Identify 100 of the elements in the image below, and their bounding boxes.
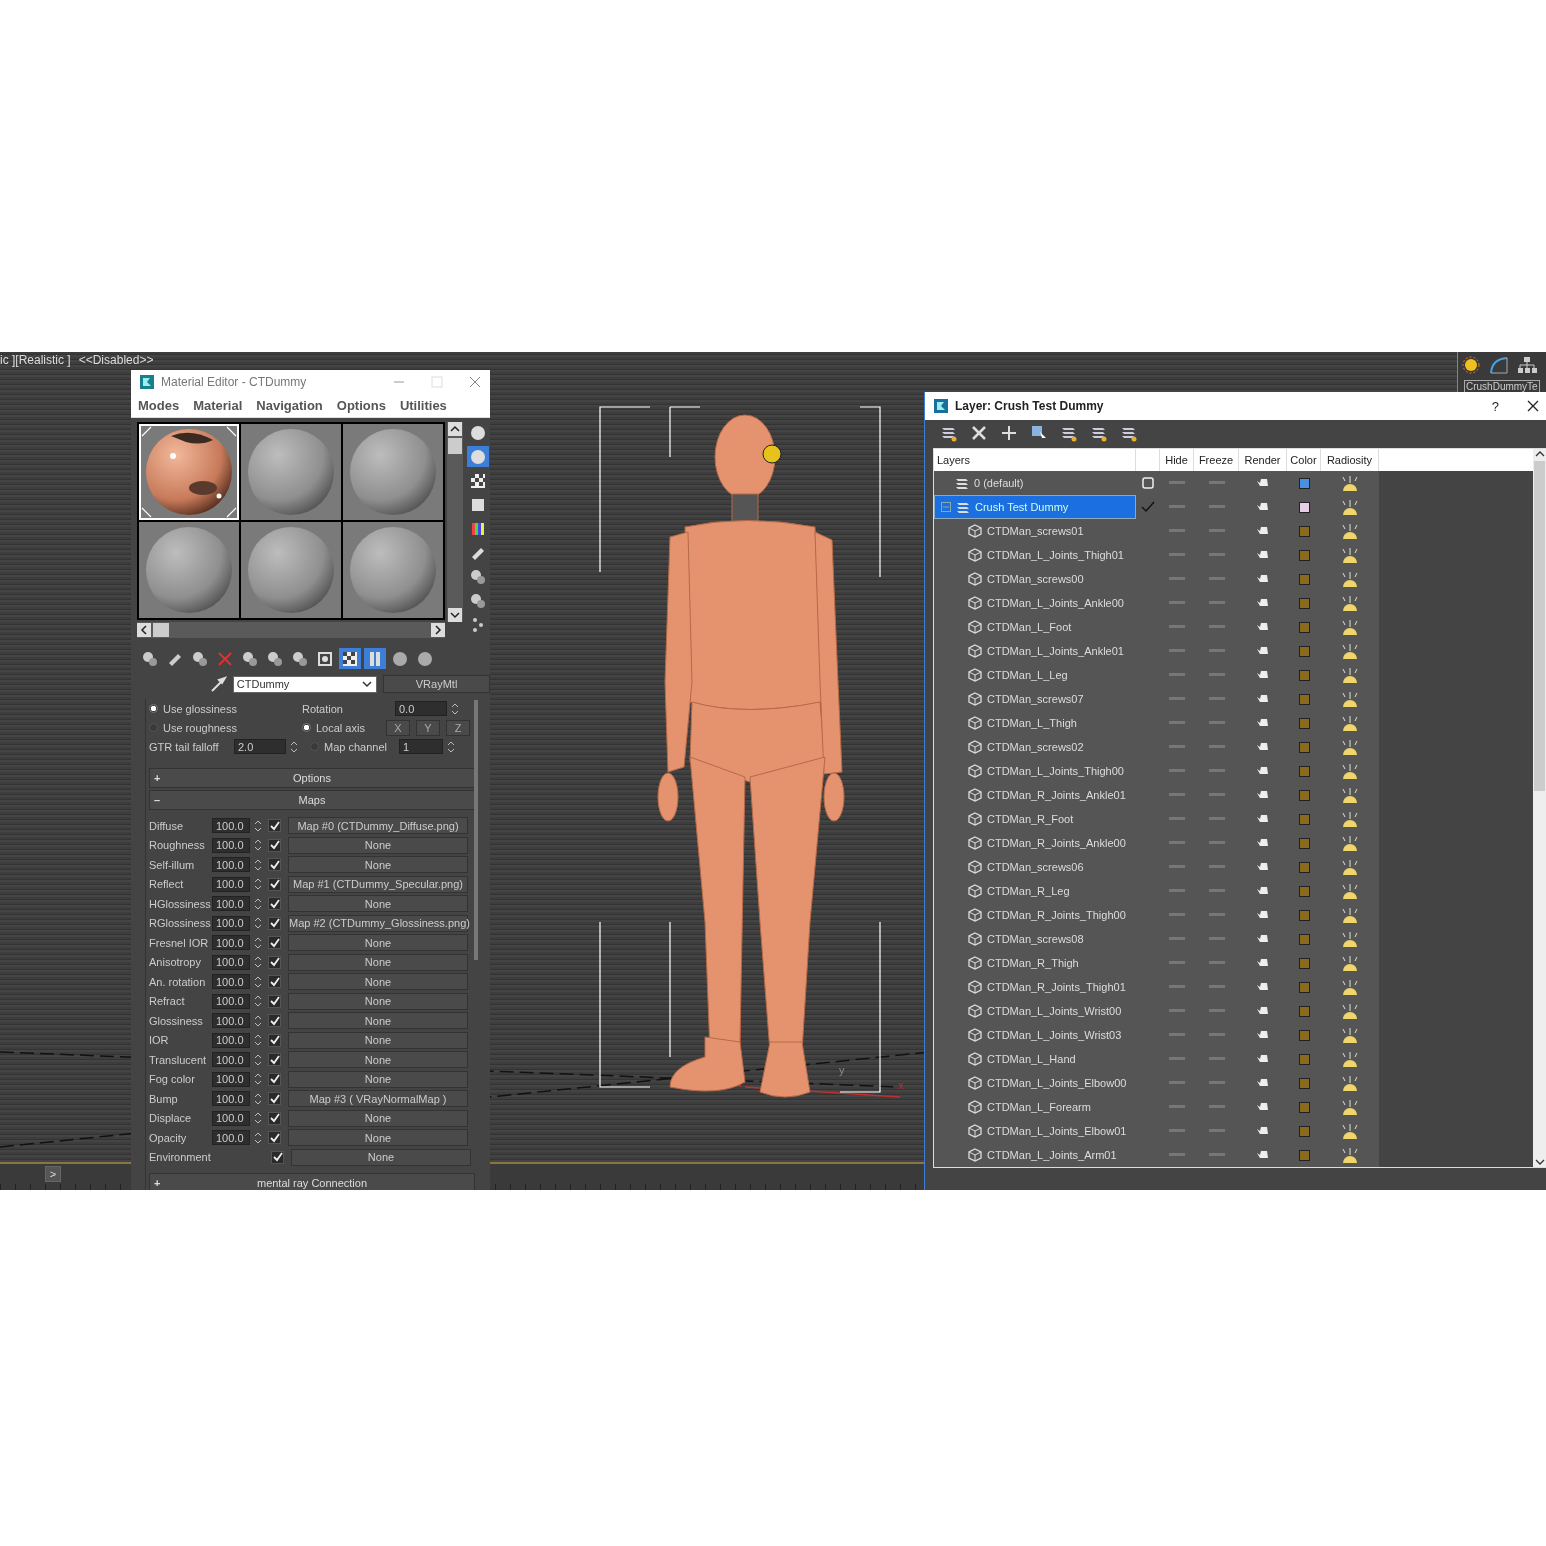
amount-field[interactable]: 100.0 (212, 993, 250, 1009)
checkbox[interactable] (268, 819, 281, 833)
color-swatch[interactable] (1298, 621, 1310, 633)
amount-field[interactable]: 100.0 (212, 1110, 250, 1126)
radio-button[interactable] (302, 723, 311, 732)
amount-field[interactable]: 100.0 (212, 896, 250, 912)
spinner-icon[interactable] (253, 955, 263, 970)
map-slot-button[interactable]: None (288, 992, 468, 1010)
sun-icon[interactable] (1340, 786, 1360, 804)
color-swatch[interactable] (1298, 501, 1310, 513)
sun-icon[interactable] (1340, 858, 1360, 876)
amount-field[interactable]: 100.0 (212, 876, 250, 892)
spinner-icon[interactable] (253, 1072, 263, 1087)
color-swatch[interactable] (1298, 1077, 1310, 1089)
color-swatch[interactable] (1298, 573, 1310, 585)
object-row[interactable]: CTDMan_R_Joints_Thigh01 (934, 975, 1136, 999)
checkbox[interactable] (268, 877, 281, 891)
color-swatch[interactable] (1298, 1053, 1310, 1065)
sun-icon[interactable] (1340, 1146, 1360, 1164)
object-row[interactable]: CTDMan_L_Leg (934, 663, 1136, 687)
column-header[interactable]: Freeze (1194, 449, 1239, 471)
map-slot-button[interactable]: None (288, 856, 468, 874)
object-row[interactable]: CTDMan_L_Joints_Elbow00 (934, 1071, 1136, 1095)
object-row[interactable]: CTDMan_screws07 (934, 687, 1136, 711)
object-row[interactable]: CTDMan_L_Forearm (934, 1095, 1136, 1119)
object-row[interactable]: CTDMan_screws00 (934, 567, 1136, 591)
checkbox[interactable] (268, 838, 281, 852)
sun-icon[interactable] (1340, 978, 1360, 996)
object-row[interactable]: CTDMan_R_Joints_Thigh00 (934, 903, 1136, 927)
color-swatch[interactable] (1298, 909, 1310, 921)
map-slot-button[interactable]: None (288, 1109, 468, 1127)
axis-button[interactable]: Z (446, 719, 470, 736)
object-row[interactable]: CTDMan_R_Foot (934, 807, 1136, 831)
sun-icon[interactable] (1340, 1098, 1360, 1116)
sun-icon[interactable] (1340, 570, 1360, 588)
color-swatch[interactable] (1298, 741, 1310, 753)
map-channel-field[interactable]: 1 (399, 739, 443, 754)
checkbox[interactable] (268, 1014, 281, 1028)
radio-button[interactable] (149, 704, 158, 713)
sun-icon[interactable] (1340, 762, 1360, 780)
help-button[interactable]: ? (1491, 398, 1499, 414)
spinner-icon[interactable] (446, 739, 456, 754)
teapot-icon[interactable] (1257, 694, 1269, 704)
teapot-icon[interactable] (1257, 598, 1269, 608)
map-slot-button[interactable]: Map #2 (CTDummy_Glossiness.png) (288, 914, 468, 932)
color-swatch[interactable] (1298, 957, 1310, 969)
sun-icon[interactable] (1340, 666, 1360, 684)
square-icon[interactable] (1142, 477, 1154, 489)
plus-icon[interactable] (999, 423, 1019, 443)
color-swatch[interactable] (1298, 789, 1310, 801)
teapot-icon[interactable] (1257, 862, 1269, 872)
color-swatch[interactable] (1298, 813, 1310, 825)
object-row[interactable]: CTDMan_L_Joints_Ankle00 (934, 591, 1136, 615)
menu-item[interactable]: Material (193, 397, 243, 413)
close-icon[interactable] (1527, 400, 1539, 412)
gtr-field[interactable]: 2.0 (234, 739, 286, 754)
map-slot-button[interactable]: None (288, 1070, 468, 1088)
menu-item[interactable]: Options (336, 397, 386, 413)
teapot-icon[interactable] (1257, 1126, 1269, 1136)
teapot-icon[interactable] (1257, 1078, 1269, 1088)
teapot-icon[interactable] (1257, 646, 1269, 656)
color-swatch[interactable] (1298, 765, 1310, 777)
amount-field[interactable]: 100.0 (212, 1130, 250, 1146)
object-row[interactable]: CTDMan_screws02 (934, 735, 1136, 759)
object-row[interactable]: CTDMan_L_Joints_Wrist00 (934, 999, 1136, 1023)
spinner-icon[interactable] (289, 739, 299, 754)
layer-row[interactable]: 0 (default) (934, 471, 1136, 495)
object-row[interactable]: CTDMan_L_Joints_Arm01 (934, 1143, 1136, 1167)
spinner-icon[interactable] (253, 818, 263, 833)
checkbox[interactable] (268, 1072, 281, 1086)
color-swatch[interactable] (1298, 525, 1310, 537)
sun-icon[interactable] (1340, 810, 1360, 828)
teapot-icon[interactable] (1257, 838, 1269, 848)
amount-field[interactable]: 100.0 (212, 1013, 250, 1029)
rotation-field[interactable]: 0.0 (395, 701, 447, 716)
color-swatch[interactable] (1298, 1029, 1310, 1041)
layer-row[interactable]: Crush Test Dummy (934, 495, 1136, 519)
amount-field[interactable]: 100.0 (212, 818, 250, 834)
color-swatch[interactable] (1298, 477, 1310, 489)
checkbox[interactable] (268, 916, 281, 930)
axis-button[interactable]: Y (416, 719, 440, 736)
sun-icon[interactable] (1340, 546, 1360, 564)
sun-icon[interactable] (1340, 954, 1360, 972)
spinner-icon[interactable] (253, 1052, 263, 1067)
amount-field[interactable]: 100.0 (212, 1052, 250, 1068)
amount-field[interactable]: 100.0 (212, 837, 250, 853)
map-slot-button[interactable]: None (291, 1148, 471, 1166)
amount-field[interactable]: 100.0 (212, 1032, 250, 1048)
teapot-icon[interactable] (1257, 1030, 1269, 1040)
teapot-icon[interactable] (1257, 958, 1269, 968)
color-swatch[interactable] (1298, 933, 1310, 945)
map-slot-button[interactable]: None (288, 836, 468, 854)
vertical-scrollbar[interactable] (447, 422, 463, 622)
checkbox[interactable] (268, 955, 281, 969)
map-slot-button[interactable]: None (288, 973, 468, 991)
spinner-icon[interactable] (253, 1091, 263, 1106)
object-row[interactable]: CTDMan_screws08 (934, 927, 1136, 951)
scrollbar-thumb[interactable] (153, 623, 169, 637)
map-slot-button[interactable]: None (288, 1129, 468, 1147)
checkbox[interactable] (268, 897, 281, 911)
